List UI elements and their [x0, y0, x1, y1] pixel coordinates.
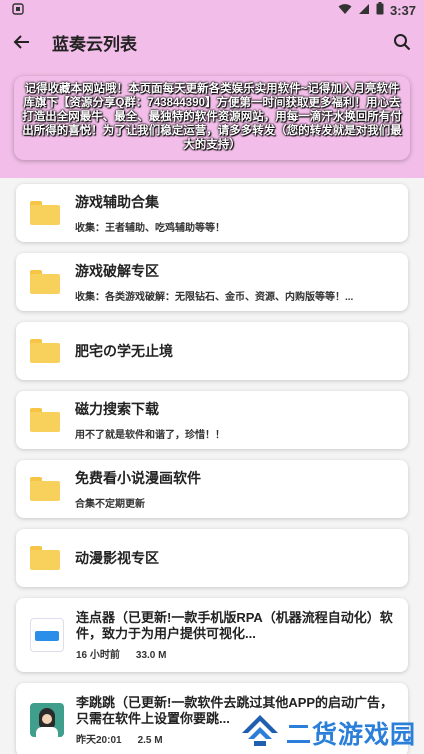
folder-item[interactable]: 游戏破解专区 收集：各类游戏破解：无限钻石、金币、资源、内购版等等！...	[16, 253, 408, 311]
folder-item[interactable]: 免费看小说漫画软件 合集不定期更新	[16, 460, 408, 518]
folder-icon	[30, 546, 60, 570]
folder-icon	[30, 477, 60, 501]
folder-icon	[30, 408, 60, 432]
file-time: 昨天20:01	[76, 734, 122, 746]
folder-item[interactable]: 动漫影视专区	[16, 529, 408, 587]
folder-subtitle: 收集：各类游戏破解：无限钻石、金币、资源、内购版等等！...	[75, 292, 354, 303]
watermark-text: 二货游戏园	[285, 720, 416, 749]
watermark-logo-icon	[240, 713, 280, 752]
notice-card: 记得收藏本网站哦！本页面每天更新各类娱乐实用软件~记得加入月亮软件库旗下【资源分…	[14, 76, 410, 160]
file-meta: 16 小时前 33.0 M	[76, 646, 398, 661]
folder-title: 肥宅の学无止境	[75, 343, 173, 359]
file-list: 游戏辅助合集 收集：王者辅助、吃鸡辅助等等！ 游戏破解专区 收集：各类游戏破解：…	[0, 178, 424, 754]
folder-icon	[30, 270, 60, 294]
file-title: 连点器（已更新!一款手机版RPA（机器流程自动化）软件，致力于为用户提供可视化.…	[76, 609, 393, 641]
wifi-icon	[338, 3, 352, 18]
file-size: 2.5 M	[137, 734, 163, 746]
file-size: 33.0 M	[135, 649, 167, 661]
search-icon[interactable]	[390, 30, 414, 54]
folder-icon	[30, 201, 60, 225]
folder-title: 动漫影视专区	[75, 550, 159, 566]
folder-item[interactable]: 肥宅の学无止境	[16, 322, 408, 380]
status-bar: 3:37	[0, 0, 424, 20]
app-bar: 蓝奏云列表	[0, 20, 424, 64]
file-item[interactable]: 连点器（已更新!一款手机版RPA（机器流程自动化）软件，致力于为用户提供可视化.…	[16, 598, 408, 672]
folder-title: 免费看小说漫画软件	[75, 470, 201, 486]
watermark: 二货游戏园	[240, 713, 416, 752]
folder-subtitle: 收集：王者辅助、吃鸡辅助等等！	[75, 223, 225, 234]
folder-icon	[30, 339, 60, 363]
signal-icon	[358, 3, 370, 18]
arrow-left-icon[interactable]	[10, 30, 34, 54]
battery-icon	[376, 2, 384, 18]
folder-subtitle: 合集不定期更新	[75, 499, 145, 510]
folder-item[interactable]: 磁力搜索下载 用不了就是软件和谐了，珍惜！！	[16, 391, 408, 449]
notification-icon	[12, 2, 24, 18]
status-time: 3:37	[389, 2, 416, 18]
folder-title: 游戏辅助合集	[75, 194, 159, 210]
file-time: 16 小时前	[76, 649, 120, 661]
page-title: 蓝奏云列表	[52, 34, 137, 54]
folder-title: 磁力搜索下载	[75, 401, 159, 417]
notice-section: 记得收藏本网站哦！本页面每天更新各类娱乐实用软件~记得加入月亮软件库旗下【资源分…	[0, 64, 424, 178]
folder-item[interactable]: 游戏辅助合集 收集：王者辅助、吃鸡辅助等等！	[16, 184, 408, 242]
autoclicker-app-icon	[30, 618, 64, 652]
folder-subtitle: 用不了就是软件和谐了，珍惜！！	[75, 430, 225, 441]
litiaotiao-app-icon	[30, 703, 64, 737]
folder-title: 游戏破解专区	[75, 263, 159, 279]
